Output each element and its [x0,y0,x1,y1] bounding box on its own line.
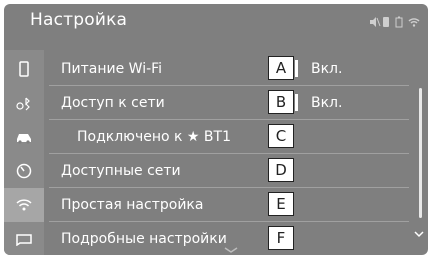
callout-marker: B [268,90,294,114]
page-title: Настройка [30,10,128,30]
row-label: Доступные сети [61,162,181,179]
bluetooth-settings-icon [16,97,30,111]
sound-icon [16,163,32,179]
callout-marker: F [268,226,294,250]
row-simple-setup[interactable]: Простая настройка E [49,188,409,222]
mute-icon [369,13,381,27]
settings-list: Питание Wi-Fi A Вкл. Доступ к сети B Вкл… [49,52,411,255]
callout-marker: D [268,158,294,182]
sidebar-item-phone[interactable] [4,52,44,86]
row-label: Подробные настройки [61,230,227,247]
sidebar-item-car[interactable] [4,120,44,154]
scrollbar[interactable] [419,88,422,218]
row-label: Простая настройка [61,196,204,213]
wifi-icon [16,199,32,211]
phone-icon [19,61,29,77]
chevron-down-icon[interactable] [414,230,424,238]
car-icon [17,134,31,144]
row-connected-to[interactable]: Подключено к ★ BT1 C [49,120,409,154]
battery-icon [395,13,405,28]
row-wifi-power[interactable]: Питание Wi-Fi A Вкл. [49,52,409,86]
sidebar-item-messages[interactable] [4,222,44,255]
sidebar-item-wifi[interactable] [4,188,44,222]
row-label: Доступ к сети [61,94,165,111]
row-network-access[interactable]: Доступ к сети B Вкл. [49,86,409,120]
wifi-status-icon [408,13,420,27]
toggle-indicator [295,94,298,111]
row-value: Вкл. [311,60,343,77]
row-value: Вкл. [311,94,343,111]
callout-marker: E [268,192,294,216]
callout-marker: C [268,124,294,148]
status-icons [369,13,420,28]
phone-status-icon [382,13,392,27]
scroll-down-chevron-icon[interactable] [224,247,238,253]
row-label: Подключено к ★ BT1 [77,128,231,145]
sidebar-item-sound[interactable] [4,154,44,188]
callout-marker: A [268,56,294,80]
row-label: Питание Wi-Fi [61,60,163,77]
message-icon [16,234,32,246]
toggle-indicator [295,60,298,77]
sidebar [4,50,44,255]
sidebar-item-bluetooth[interactable] [4,86,44,120]
settings-screen: Настройка Питание Wi-Fi A Вкл. Доступ к … [4,4,428,255]
row-available-networks[interactable]: Доступные сети D [49,154,409,188]
